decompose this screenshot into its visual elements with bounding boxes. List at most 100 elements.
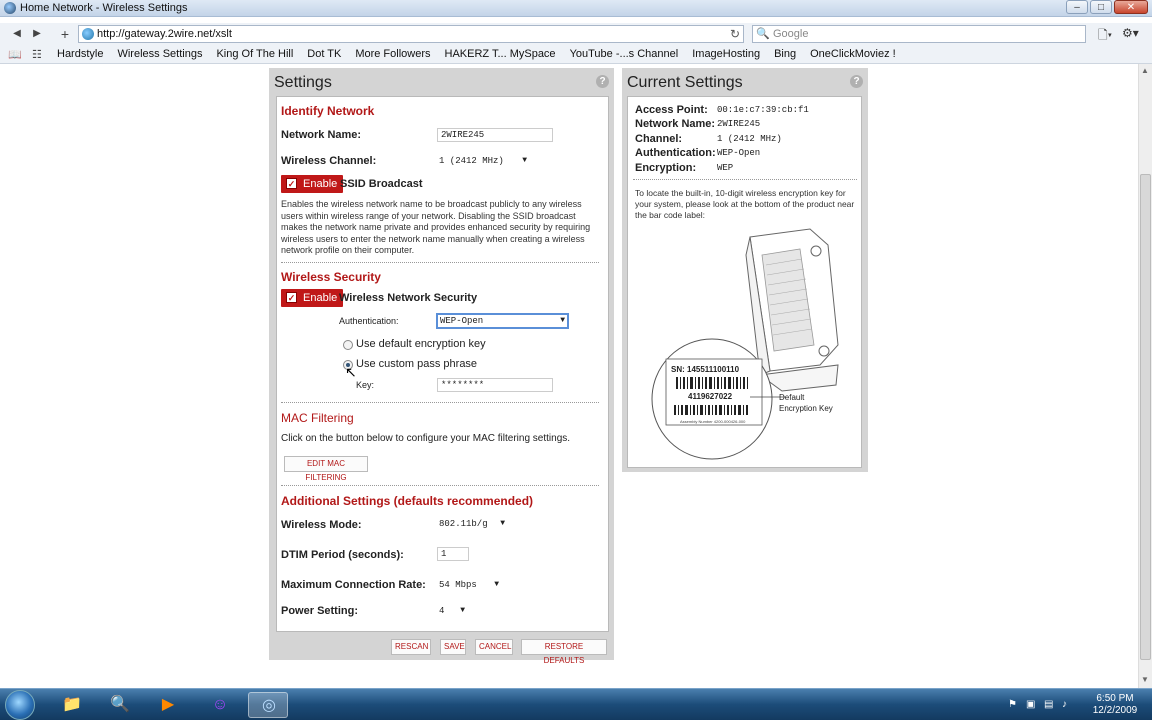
close-button[interactable]: ✕: [1114, 0, 1148, 14]
scroll-up-icon[interactable]: ▲: [1141, 66, 1149, 75]
checkbox-checked-icon: ✓: [286, 178, 297, 189]
bookmark-bing[interactable]: Bing: [774, 48, 796, 60]
address-bar[interactable]: http://gateway.2wire.net/xslt ↻: [78, 25, 744, 43]
forward-button[interactable]: ▶: [28, 26, 46, 42]
ssid-enable-label: Enable: [303, 178, 338, 190]
tray-network-icon[interactable]: ▤: [1044, 699, 1053, 710]
settings-title: Settings: [274, 74, 332, 91]
taskbar: 📁 🔍 ▶ ☺ ◎ ⚑ ▣ ▤ ♪ 6:50 PM 12/2/2009: [0, 688, 1152, 720]
cs-network-name-label: Network Name:: [635, 118, 716, 130]
custom-passphrase-label[interactable]: Use custom pass phrase: [356, 358, 477, 370]
messenger-icon: ☺: [211, 696, 229, 713]
add-button[interactable]: +: [56, 26, 74, 42]
router-illustration: [651, 228, 839, 460]
authentication-value: WEP-Open: [440, 316, 484, 326]
cs-authentication-label: Authentication:: [635, 147, 716, 159]
address-url[interactable]: http://gateway.2wire.net/xslt: [97, 28, 232, 40]
taskbar-browser[interactable]: ◎: [248, 692, 288, 718]
magnifier-icon: 🔍: [110, 696, 130, 713]
security-enable-label: Enable: [303, 292, 338, 304]
clock-date: 12/2/2009: [1092, 705, 1138, 716]
folder-icon: 📁: [62, 696, 82, 713]
security-enable-button[interactable]: ✓ Enable: [281, 289, 344, 307]
chevron-down-icon: ▼: [560, 316, 565, 325]
bookmark-youtube[interactable]: YouTube -...s Channel: [570, 48, 679, 60]
vertical-scrollbar[interactable]: ▲ ▼: [1138, 64, 1152, 688]
start-button[interactable]: [5, 690, 35, 720]
access-point-label: Access Point:: [635, 104, 708, 116]
cs-channel-label: Channel:: [635, 133, 683, 145]
wireless-network-security-label: Wireless Network Security: [339, 292, 478, 304]
settings-help-icon[interactable]: ?: [596, 75, 609, 88]
wireless-security-heading: Wireless Security: [281, 270, 381, 284]
bookmark-oneclickmoviez[interactable]: OneClickMoviez !: [810, 48, 896, 60]
system-clock[interactable]: 6:50 PM 12/2/2009: [1080, 693, 1150, 717]
bookmarks-book-icon[interactable]: 📖: [8, 48, 22, 61]
window-title: Home Network - Wireless Settings: [20, 2, 188, 14]
tray-volume-icon[interactable]: ♪: [1062, 699, 1067, 710]
label-serial-number: SN: 145511100110: [671, 365, 740, 374]
taskbar-media-player[interactable]: ▶: [148, 692, 188, 718]
rescan-button[interactable]: RESCAN: [391, 639, 431, 655]
cancel-button[interactable]: CANCEL: [475, 639, 513, 655]
max-connection-rate-label: Maximum Connection Rate:: [281, 579, 426, 591]
key-field[interactable]: ********: [437, 378, 553, 392]
bookmark-hardstyle[interactable]: Hardstyle: [57, 48, 103, 60]
maximize-button[interactable]: □: [1090, 0, 1112, 14]
authentication-label: Authentication:: [339, 316, 399, 326]
bookmark-imagehosting[interactable]: ImageHosting: [692, 48, 760, 60]
bookmark-king-of-the-hill[interactable]: King Of The Hill: [216, 48, 293, 60]
label-assembly-number: Assembly Number 4200-000426-000: [680, 419, 746, 424]
save-button[interactable]: SAVE: [440, 639, 466, 655]
restore-defaults-button[interactable]: RESTORE DEFAULTS: [521, 639, 607, 665]
ssid-broadcast-label: SSID Broadcast: [340, 178, 423, 190]
back-button[interactable]: ◀: [8, 26, 26, 42]
wireless-mode-select[interactable]: 802.11b/g ▼: [437, 517, 507, 531]
authentication-select[interactable]: WEP-Open ▼: [436, 313, 569, 329]
power-setting-select[interactable]: 4 ▼: [437, 604, 467, 618]
network-name-label: Network Name:: [281, 129, 362, 141]
cs-channel-value: 1 (2412 MHz): [717, 134, 782, 144]
bookmark-dot-tk[interactable]: Dot TK: [307, 48, 341, 60]
page-favicon-icon: [4, 2, 16, 14]
bookmark-myspace[interactable]: HAKERZ T... MySpace: [445, 48, 556, 60]
ssid-enable-button[interactable]: ✓ Enable: [281, 175, 344, 193]
encryption-key-note: To locate the built-in, 10-digit wireles…: [635, 188, 855, 220]
bookmark-more-followers[interactable]: More Followers: [355, 48, 430, 60]
mouse-cursor-icon: ↖: [345, 364, 357, 380]
tray-security-icon[interactable]: ▣: [1026, 699, 1035, 710]
cs-encryption-label: Encryption:: [635, 162, 697, 174]
default-key-label[interactable]: Use default encryption key: [356, 338, 486, 350]
divider: [281, 485, 599, 486]
wireless-mode-value: 802.11b/g: [439, 519, 488, 529]
search-icon: 🔍: [756, 28, 770, 40]
max-connection-rate-select[interactable]: 54 Mbps ▼: [437, 578, 501, 592]
scrollbar-thumb[interactable]: [1140, 174, 1151, 660]
wireless-mode-label: Wireless Mode:: [281, 519, 362, 531]
scroll-down-icon[interactable]: ▼: [1141, 675, 1149, 684]
dtim-period-label: DTIM Period (seconds):: [281, 549, 404, 561]
search-input[interactable]: 🔍 Google: [752, 25, 1086, 43]
navigation-bar: ◀ ▶ + http://gateway.2wire.net/xslt ↻ 🔍 …: [0, 23, 1152, 45]
edit-mac-filtering-button[interactable]: EDIT MAC FILTERING: [284, 456, 368, 482]
reload-icon[interactable]: ↻: [730, 27, 740, 41]
tray-flag-icon[interactable]: ⚑: [1008, 699, 1017, 710]
bookmarks-grid-icon[interactable]: ☷: [32, 48, 42, 61]
default-key-callout: Default Encryption Key: [779, 393, 833, 413]
power-setting-value: 4: [439, 606, 445, 616]
wireless-channel-select[interactable]: 1 (2412 MHz) ▼: [437, 154, 529, 168]
taskbar-explorer[interactable]: 📁: [52, 692, 92, 718]
dtim-period-field[interactable]: 1: [437, 547, 469, 561]
max-connection-rate-value: 54 Mbps: [439, 580, 477, 590]
taskbar-messenger[interactable]: ☺: [200, 692, 240, 718]
taskbar-search-app[interactable]: 🔍: [100, 692, 140, 718]
clock-time: 6:50 PM: [1096, 693, 1134, 704]
network-name-field[interactable]: 2WIRE245: [437, 128, 553, 142]
bookmark-wireless-settings[interactable]: Wireless Settings: [117, 48, 202, 60]
play-icon: ▶: [161, 696, 175, 713]
minimize-button[interactable]: –: [1066, 0, 1088, 14]
default-key-radio[interactable]: [343, 340, 353, 350]
page-menu-icon[interactable]: 🗋▾: [1098, 26, 1112, 47]
current-help-icon[interactable]: ?: [850, 75, 863, 88]
tools-menu-icon[interactable]: ⚙▾: [1122, 26, 1139, 40]
